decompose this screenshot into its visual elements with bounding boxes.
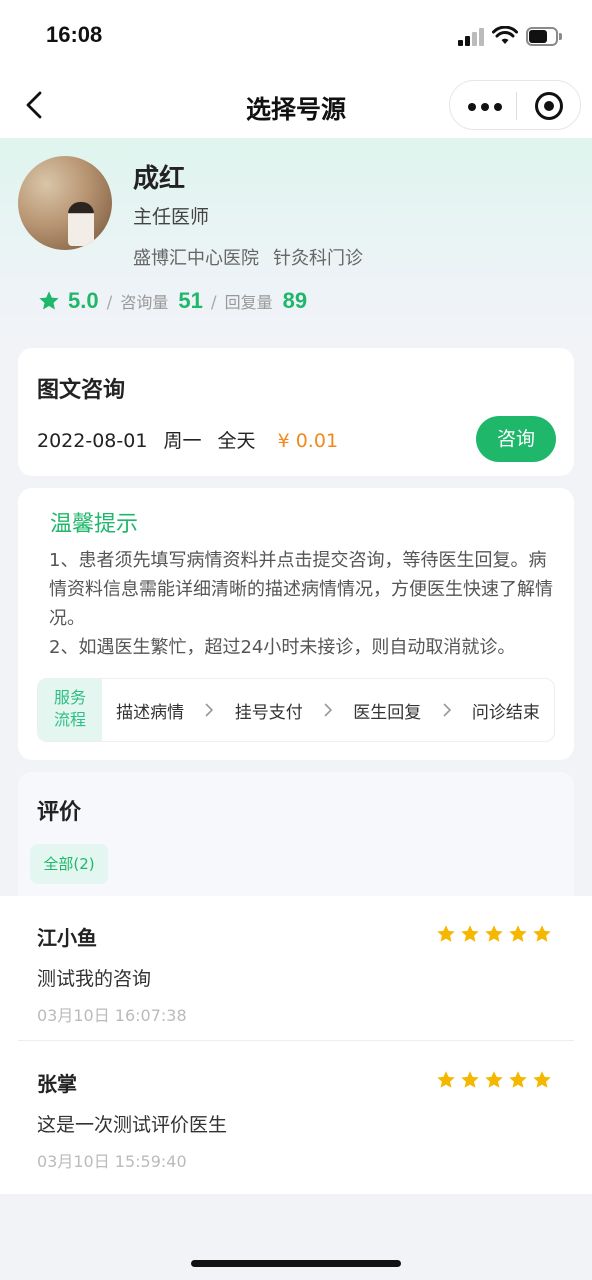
doctor-title: 主任医师 — [133, 206, 210, 228]
mini-program-capsule — [449, 80, 581, 130]
doctor-header: 成红 主任医师 盛博汇中心医院 针灸科门诊 5.0 / 咨询量 51 / 回复量 … — [0, 138, 592, 358]
flow-step-reply: 医生回复 — [353, 702, 422, 723]
star-icon — [533, 925, 551, 942]
slot-weekday: 周一 — [163, 430, 202, 452]
department-name: 针灸科门诊 — [273, 248, 363, 269]
star-icon — [39, 291, 59, 310]
battery-icon — [526, 27, 562, 46]
tips-line-2: 2、如遇医生繁忙，超过24小时未接诊，则自动取消就诊。 — [49, 637, 516, 658]
star-icon — [461, 925, 479, 942]
reviewer-name: 江小鱼 — [37, 926, 97, 950]
home-indicator — [191, 1260, 401, 1267]
review-text: 这是一次测试评价医生 — [37, 1114, 228, 1136]
service-flow: 服务 流程 描述病情 挂号支付 医生回复 问诊结束 — [37, 678, 555, 742]
doctor-hospital: 盛博汇中心医院 针灸科门诊 — [133, 244, 363, 270]
wifi-icon — [492, 26, 518, 44]
consult-count: 51 — [178, 288, 203, 313]
review-rating — [436, 1070, 556, 1090]
separator: / — [106, 293, 113, 313]
more-dots-icon[interactable] — [468, 98, 502, 114]
reply-count-label: 回复量 — [224, 293, 273, 312]
slot-price: ¥ 0.01 — [277, 430, 339, 452]
rating-value: 5.0 — [68, 288, 99, 313]
consult-count-label: 咨询量 — [120, 293, 169, 312]
service-flow-label: 服务 流程 — [38, 679, 102, 741]
divider — [18, 1040, 574, 1041]
tips-card: 温馨提示 1、患者须先填写病情资料并点击提交咨询，等待医生回复。病情资料信息需能… — [18, 488, 574, 760]
review-rating — [436, 924, 556, 944]
reply-count: 89 — [282, 288, 308, 313]
flow-label-line-1: 服务 — [53, 688, 86, 707]
slot-date: 2022-08-01 — [37, 430, 148, 452]
star-icon — [533, 1071, 551, 1088]
tips-title: 温馨提示 — [50, 512, 139, 537]
star-icon — [437, 1071, 455, 1088]
doctor-name: 成红 — [133, 164, 186, 194]
flow-step-end: 问诊结束 — [471, 702, 540, 723]
reviews-heading: 评价 — [37, 800, 82, 825]
consult-button[interactable]: 咨询 — [476, 416, 556, 462]
review-item: 张掌 这是一次测试评价医生 03月10日 15:59:40 — [0, 1042, 592, 1188]
chevron-right-icon — [205, 703, 214, 717]
status-time: 16:08 — [46, 22, 103, 47]
star-icon — [485, 925, 503, 942]
target-icon[interactable] — [535, 92, 563, 120]
consult-heading: 图文咨询 — [37, 378, 126, 403]
slot-period: 全天 — [217, 430, 256, 452]
review-list: 江小鱼 测试我的咨询 03月10日 16:07:38 张掌 这是一次测试评价医生… — [0, 896, 592, 1194]
flow-label-line-2: 流程 — [53, 710, 86, 729]
star-icon — [461, 1071, 479, 1088]
review-time: 03月10日 16:07:38 — [37, 1006, 187, 1025]
star-icon — [509, 1071, 527, 1088]
reviewer-name: 张掌 — [37, 1072, 77, 1096]
signal-icon — [458, 28, 486, 46]
star-icon — [485, 1071, 503, 1088]
star-icon — [509, 925, 527, 942]
review-text: 测试我的咨询 — [37, 968, 152, 990]
flow-step-describe: 描述病情 — [116, 702, 185, 723]
status-bar: 16:08 — [0, 0, 592, 72]
rating-row: 5.0 / 咨询量 51 / 回复量 89 — [38, 288, 307, 314]
review-time: 03月10日 15:59:40 — [37, 1152, 187, 1171]
filter-all-chip[interactable]: 全部(2) — [30, 844, 108, 884]
flow-step-pay: 挂号支付 — [234, 702, 303, 723]
separator: / — [210, 293, 217, 313]
capsule-divider — [516, 92, 517, 120]
star-icon — [437, 925, 455, 942]
flow-steps: 描述病情 挂号支付 医生回复 问诊结束 — [102, 679, 554, 741]
tips-line-1: 1、患者须先填写病情资料并点击提交咨询，等待医生回复。病情资料信息需能详细清晰的… — [49, 550, 553, 629]
time-slot: 2022-08-01 周一 全天 ¥ 0.01 — [37, 426, 348, 453]
consult-card: 图文咨询 2022-08-01 周一 全天 ¥ 0.01 咨询 — [18, 348, 574, 476]
nav-bar: 选择号源 — [0, 72, 592, 138]
tips-text: 1、患者须先填写病情资料并点击提交咨询，等待医生回复。病情资料信息需能详细清晰的… — [49, 546, 559, 662]
review-item: 江小鱼 测试我的咨询 03月10日 16:07:38 — [0, 896, 592, 1042]
chevron-right-icon — [442, 703, 451, 717]
hospital-name: 盛博汇中心医院 — [133, 248, 259, 269]
avatar — [18, 156, 112, 250]
chevron-right-icon — [324, 703, 333, 717]
